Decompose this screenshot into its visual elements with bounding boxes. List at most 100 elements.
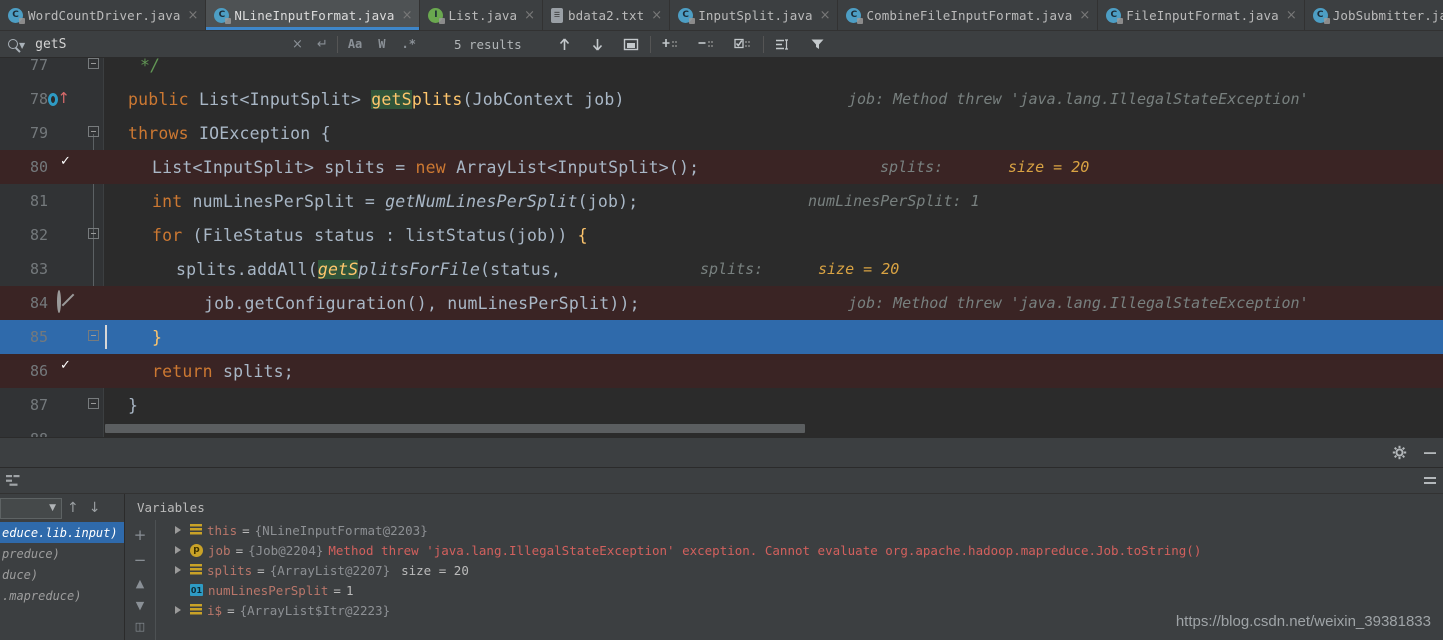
remove-watch-button[interactable]: − [134,553,147,568]
variable-name: job [208,542,231,558]
variable-row-numlinespersplit[interactable]: 01 numLinesPerSplit = 1 [156,580,1443,600]
add-occurrence-icon[interactable] [653,31,689,58]
line-number: 78 [29,90,48,108]
expand-arrow-icon[interactable] [174,565,183,575]
fold-marker-start-79[interactable] [88,126,99,137]
editor-line-86[interactable]: 86 return splits; [0,354,1443,388]
debug-settings-icon[interactable] [1415,474,1443,488]
filter-icon[interactable] [801,31,836,58]
fold-marker-end-77[interactable] [88,58,99,69]
variable-row-this[interactable]: this = {NLineInputFormat@2203} [156,520,1443,540]
line-number: 86 [29,362,48,380]
object-icon [190,604,202,616]
match-case-toggle[interactable]: Aa [340,31,370,58]
divider [336,35,338,53]
java-class-icon: C [8,7,25,24]
expand-arrow-icon[interactable] [174,545,183,555]
show-frames-list-icon[interactable] [0,474,29,487]
search-query-text: getS [35,36,67,52]
expand-arrow-icon[interactable] [174,525,183,535]
find-previous-icon[interactable] [548,31,581,58]
add-watch-button[interactable]: + [134,528,147,543]
variable-size: size = 20 [401,562,469,578]
tab-list[interactable]: I List.java × [420,0,544,30]
tab-close-icon[interactable]: × [1284,9,1297,22]
editor-line-80[interactable]: 80 List<InputSplit> splits = new ArrayLi… [0,150,1443,184]
variable-row-job[interactable]: p job = {Job@2204} Method threw 'java.la… [156,540,1443,560]
frame-list-item[interactable]: preduce) [0,543,124,564]
breakpoint-icon-86[interactable] [56,360,78,382]
tab-bdata2-txt[interactable]: ☰ bdata2.txt × [543,0,671,30]
minimize-panel-icon[interactable] [1415,446,1443,460]
remove-occurrence-icon[interactable] [689,31,725,58]
line-code: */ [140,58,161,75]
frame-up-button[interactable]: ↑ [62,498,84,519]
variable-reference: {ArrayList@2207} [269,562,391,578]
tab-close-icon[interactable]: × [818,9,831,22]
expand-arrow-icon[interactable] [174,605,183,615]
clear-search-icon[interactable]: × [285,31,310,58]
find-next-icon[interactable] [581,31,614,58]
frames-list[interactable]: educe.lib.input) preduce) duce) .mapredu… [0,522,124,606]
divider [762,35,764,53]
editor-line-78[interactable]: 78 public List<InputSplit> getSplits(Job… [0,82,1443,116]
inline-hint-80-value: size = 20 [1008,158,1090,176]
move-up-button[interactable]: ▲ [136,578,144,589]
tab-close-icon[interactable]: × [522,9,535,22]
override-method-icon[interactable]: ↑ [48,88,70,110]
fold-marker-end-87[interactable] [88,398,99,409]
line-number: 79 [29,124,48,142]
tab-combinefileinputformat[interactable]: C CombineFileInputFormat.java × [838,0,1099,30]
frame-list-item[interactable]: .mapreduce) [0,585,124,606]
editor-line-79[interactable]: 79 throws IOException { [0,116,1443,150]
tab-wordcountdriver[interactable]: C WordCountDriver.java × [0,0,207,30]
editor-line-82[interactable]: 82 for (FileStatus status : listStatus(j… [0,218,1443,252]
breakpoint-muted-icon-84[interactable] [56,290,78,314]
select-in-rect-icon[interactable] [614,31,648,58]
tab-fileinputformat[interactable]: C FileInputFormat.java × [1098,0,1305,30]
editor-line-85[interactable]: 85 } [0,320,1443,354]
copy-value-icon[interactable]: ◫ [135,621,145,632]
line-code: public List<InputSplit> getSplits(JobCon… [128,89,625,109]
tab-close-icon[interactable]: × [1077,9,1090,22]
tab-close-icon[interactable]: × [186,9,199,22]
variable-name: numLinesPerSplit [208,582,329,598]
regex-toggle[interactable]: .* [394,31,424,58]
search-icon [8,39,18,49]
java-interface-icon: I [428,7,446,24]
frame-list-item[interactable]: educe.lib.input) [0,522,124,543]
search-in-selection-icon[interactable] [766,31,801,58]
move-down-button[interactable]: ▼ [136,600,144,611]
thread-selector[interactable]: ▼ [0,497,62,519]
editor-line-81[interactable]: 81 int numLinesPerSplit = getNumLinesPer… [0,184,1443,218]
inline-hint-78: job: Method threw 'java.lang.IllegalStat… [848,90,1309,108]
fold-marker-start-82[interactable] [88,228,99,239]
editor-line-83[interactable]: 83 splits.addAll(getSplitsForFile(status… [0,252,1443,286]
tab-jobsubmitter[interactable]: C JobSubmitter.java × [1304,0,1443,30]
frames-panel[interactable]: ▼ ↑ ↓ educe.lib.input) preduce) duce) .m… [0,494,124,640]
breakpoint-icon-80[interactable] [56,156,78,178]
editor-line-77[interactable]: 77 */ [0,58,1443,82]
fold-marker-end-85[interactable] [88,330,99,341]
newline-search-icon[interactable]: ↵ [310,31,335,58]
tab-close-icon[interactable]: × [400,9,413,22]
inline-hint-81: numLinesPerSplit: 1 [808,192,980,210]
editor-horizontal-scrollbar[interactable] [105,424,805,433]
results-count-label: 5 results [453,36,522,52]
chevron-down-icon[interactable]: ▼ [19,41,25,50]
words-toggle[interactable]: W [370,31,393,58]
frame-list-item[interactable]: duce) [0,564,124,585]
tab-inputsplit[interactable]: C InputSplit.java × [670,0,839,30]
tab-nlineinputformat[interactable]: C NLineInputFormat.java × [206,0,421,30]
select-all-occurrences-icon[interactable] [725,31,761,58]
search-input[interactable]: ▼ getS [0,31,285,58]
tab-close-icon[interactable]: × [649,9,662,22]
frame-down-button[interactable]: ↓ [84,498,106,519]
gear-icon[interactable] [1384,445,1415,460]
inline-hint-80-name: splits: [880,158,944,176]
variable-row-splits[interactable]: splits = {ArrayList@2207} size = 20 [156,560,1443,580]
editor-line-87[interactable]: 87 } [0,388,1443,422]
editor-line-84[interactable]: 84 job.getConfiguration(), numLinesPerSp… [0,286,1443,320]
code-editor[interactable]: 77 */ 78 public List<InputSplit> getSpli… [0,58,1443,437]
tab-label: NLineInputFormat.java [234,7,395,23]
